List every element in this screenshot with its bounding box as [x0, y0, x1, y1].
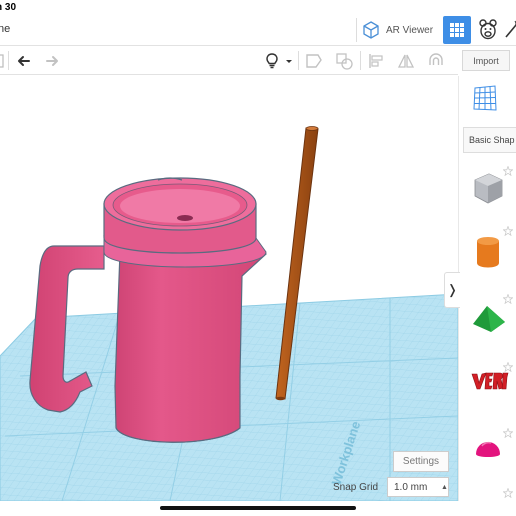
grid-icon [450, 23, 464, 37]
design-title[interactable]: ne [0, 23, 10, 35]
codeblocks-button[interactable] [504, 17, 516, 43]
align-icon[interactable] [366, 51, 386, 71]
roof-shape-icon[interactable] [471, 302, 507, 334]
scene-canvas[interactable]: Workplane [0, 76, 458, 501]
star-icon[interactable] [503, 488, 513, 498]
caret-down-icon: ▲ [441, 484, 448, 491]
shape-category-dropdown[interactable]: Basic Shap [463, 127, 516, 153]
magnet-icon[interactable] [426, 51, 446, 71]
group-shape-icon[interactable] [304, 51, 324, 71]
undo-icon[interactable] [14, 51, 34, 71]
paste-icon[interactable] [0, 51, 12, 71]
shape-grid-icon[interactable] [472, 84, 498, 112]
mirror-icon[interactable] [396, 51, 416, 71]
ar-cube-icon [363, 21, 379, 39]
app-header: ne AR Viewer [0, 14, 516, 46]
wand-icon [505, 20, 516, 38]
chevron-down-icon[interactable] [284, 51, 294, 71]
settings-button[interactable]: Settings [393, 451, 449, 472]
chevron-right-icon: ❭ [447, 282, 458, 297]
toolbar-divider [8, 51, 9, 70]
blocks-view-button[interactable] [476, 17, 500, 43]
box-shape-icon[interactable] [471, 170, 505, 206]
redo-icon[interactable] [42, 51, 62, 71]
status-time: n 30 [0, 2, 17, 13]
toolbar-divider [298, 51, 299, 70]
import-button[interactable]: Import [462, 50, 510, 71]
cylinder-shape-icon[interactable] [473, 234, 503, 270]
bear-icon [479, 19, 497, 40]
star-icon[interactable] [503, 226, 513, 236]
3d-viewport[interactable]: Workplane [0, 76, 458, 501]
snap-grid-select[interactable]: 1.0 mm [387, 477, 449, 497]
lightbulb-icon[interactable] [262, 51, 282, 71]
star-icon[interactable] [503, 428, 513, 438]
text-shape-icon[interactable] [469, 368, 509, 394]
panel-collapse-button[interactable]: ❭ [444, 272, 460, 308]
edit-toolbar [0, 46, 458, 75]
ar-viewer-button[interactable]: AR Viewer [360, 18, 436, 42]
half-sphere-shape-icon[interactable] [473, 436, 503, 460]
header-divider [356, 18, 357, 42]
home-indicator[interactable] [160, 506, 356, 510]
ar-viewer-label: AR Viewer [386, 24, 434, 36]
snap-grid-label: Snap Grid [333, 482, 379, 493]
toolbar-divider [360, 51, 361, 70]
ungroup-icon[interactable] [334, 51, 354, 71]
3d-view-button[interactable] [443, 16, 471, 44]
